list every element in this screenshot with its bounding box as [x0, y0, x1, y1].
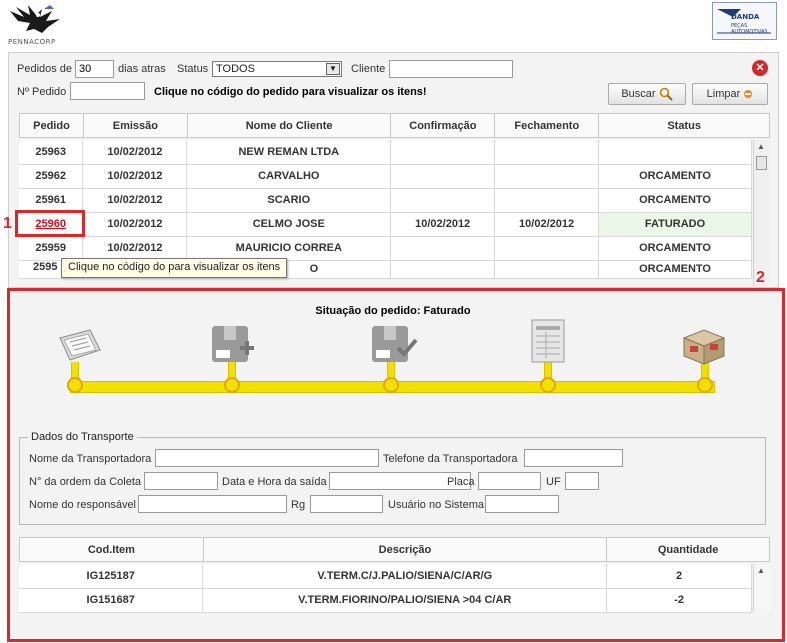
order-confirmation	[390, 236, 496, 261]
order-number[interactable]: 25963	[19, 140, 84, 165]
limpar-button[interactable]: Limpar	[692, 83, 768, 105]
eagle-icon	[10, 5, 60, 33]
status-label: Status	[177, 63, 209, 75]
numero-pedido-input[interactable]	[70, 82, 145, 100]
orders-table-header: Pedido Emissão Nome do Cliente Confirmaç…	[19, 113, 770, 138]
order-status	[598, 140, 752, 165]
chevron-down-icon[interactable]: ▼	[326, 63, 340, 75]
instruction-text: Clique no código do pedido para visualiz…	[154, 86, 427, 98]
order-confirmation	[390, 164, 496, 189]
scrollbar-thumb[interactable]	[756, 156, 767, 170]
pedidos-de-label: Pedidos de	[17, 63, 73, 75]
order-client: CELMO JOSE	[186, 212, 392, 237]
table-row[interactable]: 25961 10/02/2012 SCARIO ORCAMENTO	[19, 188, 752, 213]
order-date: 10/02/2012	[82, 140, 188, 165]
order-closing	[494, 140, 600, 165]
order-number[interactable]: 25959	[19, 236, 84, 261]
column-header-emissao[interactable]: Emissão	[82, 113, 188, 138]
order-client: NEW REMAN LTDA	[186, 140, 392, 165]
column-header-confirmacao[interactable]: Confirmação	[390, 113, 496, 138]
table-row-selected[interactable]: 25960 10/02/2012 CELMO JOSE 10/02/2012 1…	[19, 212, 752, 237]
column-header-cliente[interactable]: Nome do Cliente	[186, 113, 392, 138]
order-client: CARVALHO	[186, 164, 392, 189]
company-logo: PENNACORP	[6, 3, 68, 49]
partner-logo: DANDA PEÇAS AUTOMOTIVAS	[712, 2, 777, 40]
company-logo-text: PENNACORP	[8, 38, 56, 46]
buscar-label: Buscar	[621, 88, 656, 100]
order-confirmation	[390, 260, 496, 279]
order-status: ORCAMENTO	[598, 236, 752, 261]
highlight-box-status	[7, 288, 785, 642]
cliente-label: Cliente	[351, 63, 386, 75]
cliente-input[interactable]	[389, 60, 513, 78]
numero-pedido-label: Nº Pedido	[17, 86, 67, 98]
scroll-up-icon[interactable]: ▲	[757, 142, 765, 151]
tooltip: Clique no código do para visualizar os i…	[61, 258, 288, 278]
table-row[interactable]: 25963 10/02/2012 NEW REMAN LTDA	[19, 140, 752, 165]
order-number[interactable]: 25961	[19, 188, 84, 213]
partner-logo-title: DANDA	[731, 13, 760, 21]
marker-two: 2	[756, 269, 765, 286]
order-status: ORCAMENTO	[598, 164, 752, 189]
order-confirmation	[390, 140, 496, 165]
close-icon[interactable]: ✕	[752, 60, 768, 76]
order-closing: 10/02/2012	[494, 212, 600, 237]
highlight-box-order	[15, 210, 85, 237]
status-select[interactable]: TODOS ▼	[212, 61, 342, 77]
limpar-label: Limpar	[706, 88, 741, 100]
order-date: 10/02/2012	[82, 236, 188, 261]
partner-logo-subtitle: PEÇAS AUTOMOTIVAS	[731, 23, 768, 35]
order-closing	[494, 164, 600, 189]
buscar-button[interactable]: Buscar	[608, 83, 686, 105]
order-client: SCARIO	[186, 188, 392, 213]
order-status: ORCAMENTO	[598, 260, 752, 279]
column-header-fechamento[interactable]: Fechamento	[494, 113, 600, 138]
column-header-pedido[interactable]: Pedido	[19, 113, 84, 138]
table-row[interactable]: 25959 10/02/2012 MAURICIO CORREA ORCAMEN…	[19, 236, 752, 261]
order-closing	[494, 260, 600, 279]
magnifier-icon	[659, 87, 673, 101]
order-closing	[494, 188, 600, 213]
order-date: 10/02/2012	[82, 164, 188, 189]
column-header-status[interactable]: Status	[598, 113, 770, 138]
order-closing	[494, 236, 600, 261]
pedidos-days-input[interactable]	[75, 60, 114, 78]
status-select-value: TODOS	[216, 63, 255, 75]
order-client: MAURICIO CORREA	[186, 236, 392, 261]
orders-scrollbar[interactable]: ▲	[753, 140, 770, 286]
order-date: 10/02/2012	[82, 188, 188, 213]
eraser-icon	[744, 90, 753, 99]
order-number[interactable]: 25962	[19, 164, 84, 189]
order-date: 10/02/2012	[82, 212, 188, 237]
table-row[interactable]: 25962 10/02/2012 CARVALHO ORCAMENTO	[19, 164, 752, 189]
marker-one: 1	[3, 215, 12, 232]
order-status: ORCAMENTO	[598, 188, 752, 213]
order-confirmation	[390, 188, 496, 213]
order-confirmation: 10/02/2012	[390, 212, 496, 237]
order-status: FATURADO	[598, 212, 752, 237]
dias-atras-label: dias atras	[118, 63, 166, 75]
